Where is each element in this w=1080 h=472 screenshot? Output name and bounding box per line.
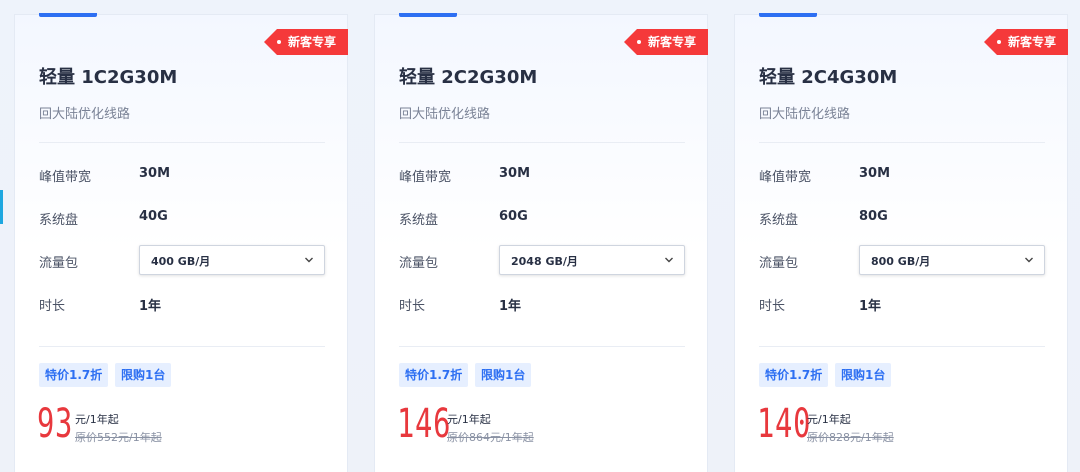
traffic-select-value: 800 GB/月 [871,255,931,268]
plan-card-2c2g30m: 新客专享 轻量 2C2G30M 回大陆优化线路 峰值带宽 30M 系统盘 60G… [374,13,708,472]
ribbon-label: 新客专享 [1008,35,1057,49]
discount-tag: 特价1.7折 [399,363,469,387]
price-value: 140 [757,401,812,447]
divider [39,142,325,143]
discount-tag: 特价1.7折 [39,363,109,387]
card-accent-bar [39,13,97,17]
price-unit: 元/1年起 [75,413,119,426]
bandwidth-label: 峰值带宽 [399,170,452,185]
chevron-down-icon [665,257,673,263]
duration-label: 时长 [39,299,66,314]
duration-label: 时长 [759,299,786,314]
ribbon-dot-icon [997,40,1001,44]
price-unit: 元/1年起 [447,413,491,426]
traffic-select[interactable]: 400 GB/月 [139,245,325,275]
plan-title: 轻量 2C4G30M [759,67,898,88]
limit-tag: 限购1台 [835,363,892,387]
duration-label: 时长 [399,299,426,314]
traffic-label: 流量包 [399,256,439,271]
price-value: 93 [37,401,74,447]
traffic-select[interactable]: 800 GB/月 [859,245,1045,275]
new-customer-ribbon: 新客专享 [624,29,708,55]
original-price: 原价552元/1年起 [75,431,162,444]
chevron-down-icon [305,257,313,263]
disk-label: 系统盘 [399,213,439,228]
duration-value: 1年 [499,299,522,314]
traffic-select[interactable]: 2048 GB/月 [499,245,685,275]
plan-title: 轻量 1C2G30M [39,67,178,88]
plan-card-2c4g30m: 新客专享 轻量 2C4G30M 回大陆优化线路 峰值带宽 30M 系统盘 80G… [734,13,1068,472]
scroll-indicator [0,190,3,224]
bandwidth-value: 30M [499,166,531,181]
new-customer-ribbon: 新客专享 [984,29,1068,55]
duration-value: 1年 [859,299,882,314]
disk-value: 80G [859,209,888,224]
plan-title: 轻量 2C2G30M [399,67,538,88]
ribbon-label: 新客专享 [648,35,697,49]
card-accent-bar [399,13,457,17]
plan-card-1c2g30m: 新客专享 轻量 1C2G30M 回大陆优化线路 峰值带宽 30M 系统盘 40G… [14,13,348,472]
duration-value: 1年 [139,299,162,314]
limit-tag: 限购1台 [475,363,532,387]
disk-label: 系统盘 [759,213,799,228]
divider [399,142,685,143]
traffic-select-value: 2048 GB/月 [511,255,578,268]
divider [759,142,1045,143]
disk-value: 60G [499,209,528,224]
ribbon-dot-icon [637,40,641,44]
bandwidth-label: 峰值带宽 [759,170,812,185]
divider [399,346,685,347]
ribbon-dot-icon [277,40,281,44]
price-unit: 元/1年起 [807,413,851,426]
disk-label: 系统盘 [39,213,79,228]
original-price: 原价828元/1年起 [807,431,894,444]
divider [759,346,1045,347]
price-value: 146 [397,401,452,447]
divider [39,346,325,347]
original-price: 原价864元/1年起 [447,431,534,444]
plan-subtitle: 回大陆优化线路 [759,107,851,122]
limit-tag: 限购1台 [115,363,172,387]
traffic-label: 流量包 [39,256,79,271]
chevron-down-icon [1025,257,1033,263]
new-customer-ribbon: 新客专享 [264,29,348,55]
bandwidth-label: 峰值带宽 [39,170,92,185]
plan-subtitle: 回大陆优化线路 [399,107,491,122]
plan-subtitle: 回大陆优化线路 [39,107,131,122]
pricing-page: 新客专享 轻量 1C2G30M 回大陆优化线路 峰值带宽 30M 系统盘 40G… [0,0,1080,472]
card-accent-bar [759,13,817,17]
disk-value: 40G [139,209,168,224]
discount-tag: 特价1.7折 [759,363,829,387]
bandwidth-value: 30M [139,166,171,181]
traffic-select-value: 400 GB/月 [151,255,211,268]
traffic-label: 流量包 [759,256,799,271]
bandwidth-value: 30M [859,166,891,181]
ribbon-label: 新客专享 [288,35,337,49]
